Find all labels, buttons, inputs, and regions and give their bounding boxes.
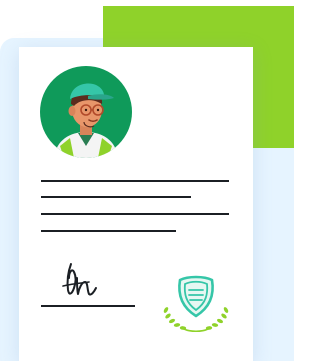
text-line-3	[41, 213, 229, 215]
signature-icon	[41, 263, 135, 307]
text-line-1	[41, 180, 229, 182]
text-line-2	[41, 196, 191, 198]
person-avatar-icon	[40, 66, 132, 158]
text-line-4	[41, 230, 176, 232]
document-illustration	[0, 0, 294, 361]
certificate-badge-icon	[163, 275, 229, 333]
